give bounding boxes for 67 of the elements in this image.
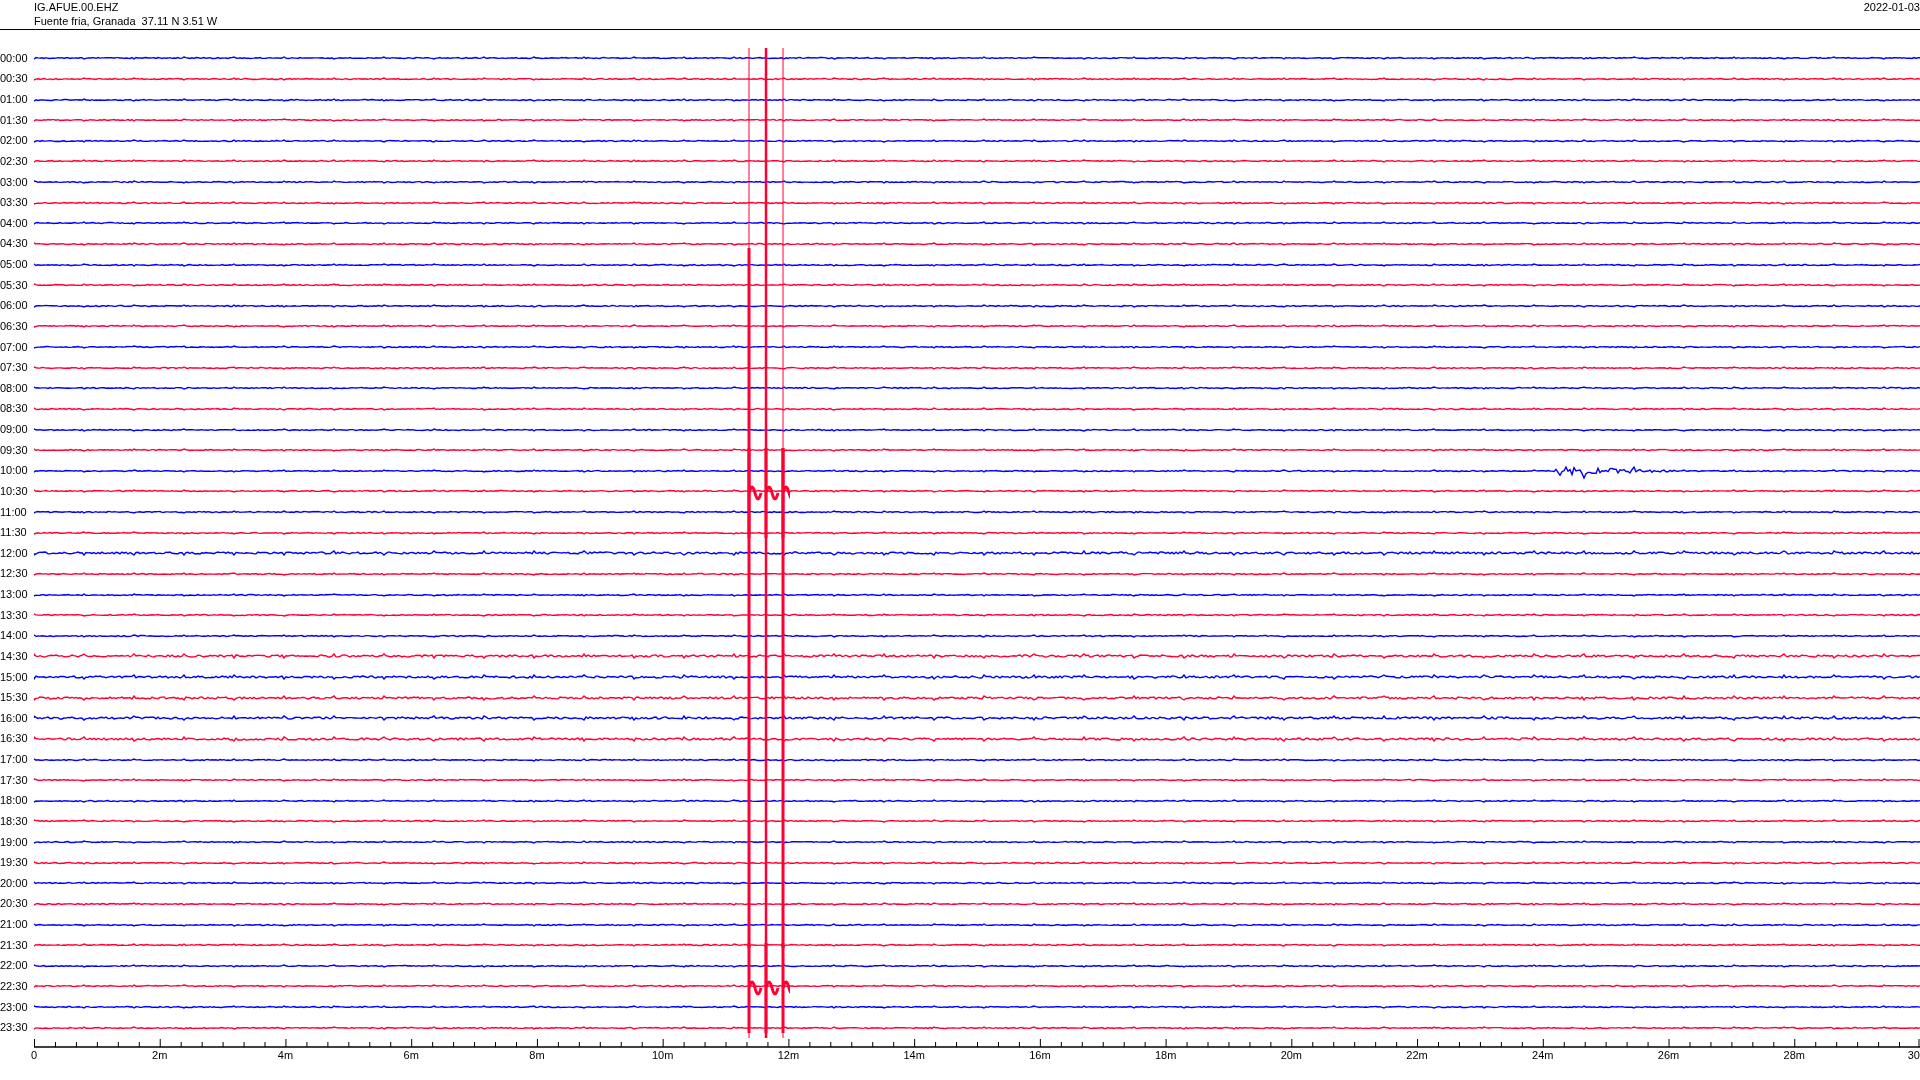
time-label: 08:30 bbox=[0, 403, 29, 415]
time-tick-label: 14m bbox=[903, 1048, 925, 1062]
time-label: 20:30 bbox=[0, 898, 29, 910]
time-label: 16:00 bbox=[0, 712, 29, 724]
time-label: 14:00 bbox=[0, 630, 29, 642]
time-tick-label: 10m bbox=[651, 1048, 674, 1062]
time-label: 07:00 bbox=[0, 341, 29, 353]
time-label: 05:30 bbox=[0, 279, 29, 291]
time-label: 09:30 bbox=[0, 444, 29, 456]
time-label: 18:30 bbox=[0, 815, 29, 827]
time-label: 22:00 bbox=[0, 960, 29, 972]
time-label: 07:30 bbox=[0, 362, 29, 374]
time-label: 14:30 bbox=[0, 650, 29, 662]
time-label: 03:00 bbox=[0, 176, 29, 188]
time-label: 17:30 bbox=[0, 774, 29, 786]
time-tick-label: 16m bbox=[1029, 1048, 1051, 1062]
time-tick-label: 24m bbox=[1532, 1048, 1554, 1062]
time-label: 11:00 bbox=[0, 506, 28, 518]
time-label: 00:30 bbox=[0, 73, 29, 85]
station-location: Fuente fria, Granada 37.11 N 3.51 W bbox=[34, 14, 218, 28]
time-label: 08:00 bbox=[0, 382, 29, 394]
time-label: 19:30 bbox=[0, 857, 29, 869]
time-label: 06:00 bbox=[0, 300, 29, 312]
time-label: 18:00 bbox=[0, 795, 29, 807]
time-label: 05:00 bbox=[0, 259, 29, 271]
time-label: 16:30 bbox=[0, 733, 29, 745]
time-tick-label: 18m bbox=[1154, 1048, 1177, 1062]
time-label: 23:00 bbox=[0, 1001, 29, 1013]
time-label: 15:00 bbox=[0, 671, 29, 683]
time-tick-label: 30 bbox=[1907, 1048, 1920, 1062]
time-label: 10:00 bbox=[0, 465, 29, 477]
plot-date: 2022-01-03 bbox=[1863, 0, 1920, 15]
time-tick-label: 4m bbox=[277, 1048, 294, 1062]
time-label: 21:00 bbox=[0, 919, 29, 931]
time-label: 06:30 bbox=[0, 320, 29, 332]
time-label: 11:30 bbox=[0, 527, 28, 539]
time-label: 15:30 bbox=[0, 692, 29, 704]
time-tick-label: 12m bbox=[777, 1048, 800, 1062]
time-label: 17:00 bbox=[0, 754, 29, 766]
time-label: 22:30 bbox=[0, 980, 29, 992]
time-label: 03:30 bbox=[0, 197, 29, 209]
time-tick-label: 2m bbox=[152, 1048, 168, 1062]
time-tick-label: 20m bbox=[1280, 1048, 1303, 1062]
time-label: 13:00 bbox=[0, 589, 29, 601]
time-tick-label: 6m bbox=[403, 1048, 419, 1062]
time-label: 00:00 bbox=[0, 52, 29, 64]
time-tick-label: 8m bbox=[529, 1048, 545, 1062]
time-tick-label: 0 bbox=[31, 1048, 38, 1062]
time-tick-label: 26m bbox=[1657, 1048, 1680, 1062]
time-label: 02:00 bbox=[0, 135, 29, 147]
time-label: 13:30 bbox=[0, 609, 29, 621]
time-tick-label: 28m bbox=[1783, 1048, 1805, 1062]
time-label: 12:30 bbox=[0, 568, 29, 580]
time-tick-label: 22m bbox=[1406, 1048, 1428, 1062]
time-label: 23:30 bbox=[0, 1022, 29, 1034]
time-label: 04:00 bbox=[0, 217, 29, 229]
station-code: IG.AFUE.00.EHZ bbox=[34, 0, 120, 14]
time-label: 10:30 bbox=[0, 485, 29, 497]
time-label: 01:00 bbox=[0, 94, 29, 106]
time-label: 20:00 bbox=[0, 877, 29, 889]
time-label: 09:00 bbox=[0, 424, 29, 436]
time-label: 19:00 bbox=[0, 836, 29, 848]
time-label: 02:30 bbox=[0, 155, 29, 167]
time-label: 01:30 bbox=[0, 114, 29, 126]
time-label: 21:30 bbox=[0, 939, 29, 951]
time-label: 04:30 bbox=[0, 238, 29, 250]
time-label: 12:00 bbox=[0, 547, 29, 559]
